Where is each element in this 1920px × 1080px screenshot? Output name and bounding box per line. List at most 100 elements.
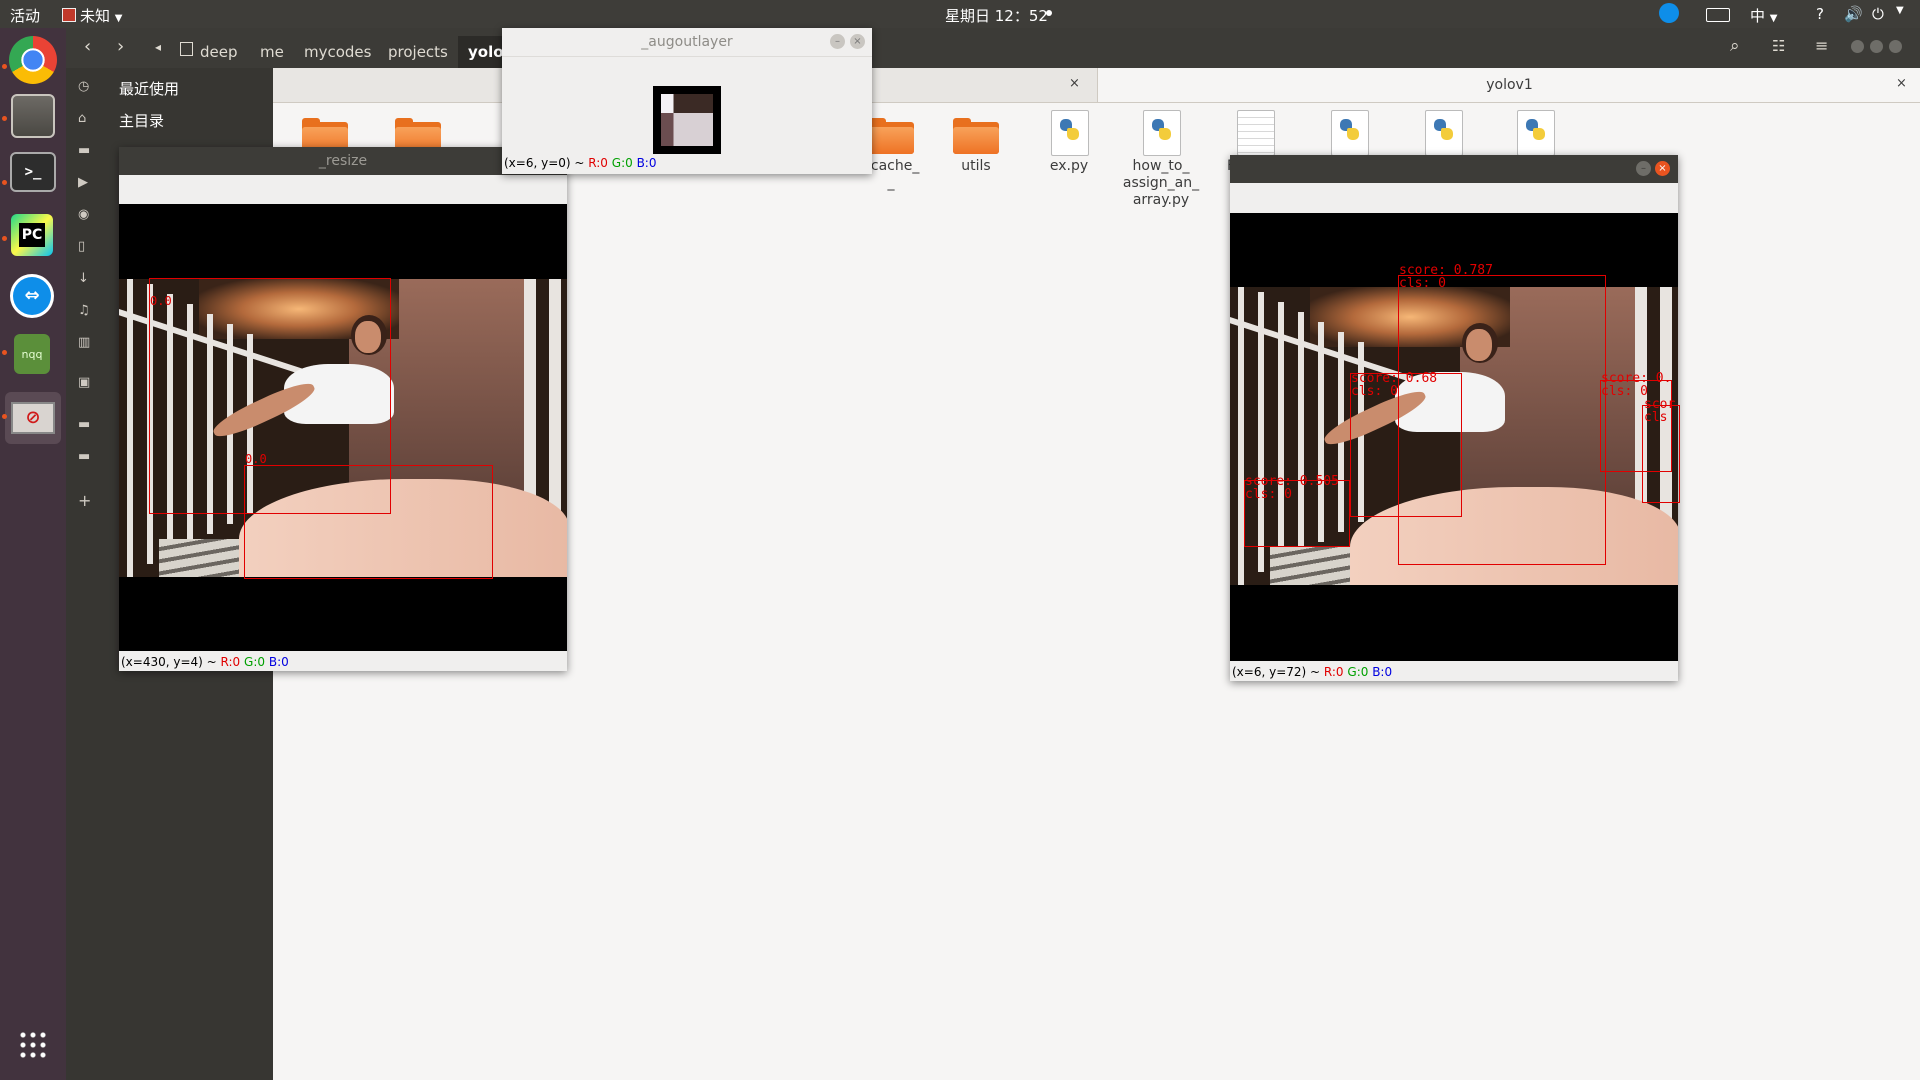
tab-yolov1[interactable]: yolov1 [1097, 68, 1920, 102]
download-icon[interactable]: ↓ [78, 271, 94, 286]
status-r: R:0 [588, 156, 608, 170]
detection-class: cls: 0 [1399, 276, 1446, 291]
status-r: R:0 [1323, 665, 1344, 679]
minimize-icon[interactable] [1851, 40, 1864, 53]
python-file-icon[interactable] [1143, 110, 1181, 156]
running-indicator [2, 236, 7, 241]
text-file-icon[interactable] [1237, 110, 1275, 156]
input-method-indicator[interactable]: 中 ▼ [1750, 5, 1778, 26]
running-indicator [2, 350, 7, 355]
tab-close-icon[interactable]: × [1069, 76, 1080, 91]
recent-icon: ◷ [78, 79, 90, 94]
trash-icon[interactable]: ▥ [78, 335, 94, 350]
detection-class: cls [1644, 410, 1668, 425]
back-icon[interactable]: ‹ [84, 36, 91, 57]
camera-icon[interactable]: ◉ [78, 207, 94, 222]
add-location-icon[interactable]: + [78, 491, 94, 510]
nqq-icon[interactable]: nqq [14, 334, 50, 374]
chevron-down-icon[interactable]: ▼ [1896, 5, 1904, 16]
status-g: G:0 [1347, 665, 1369, 679]
folder-icon[interactable]: ▬ [78, 417, 94, 432]
running-indicator [2, 64, 7, 69]
tab-yolov1-label: yolov1 [1486, 77, 1533, 93]
terminal-icon[interactable]: >_ [10, 152, 56, 192]
keyboard-icon[interactable] [1706, 8, 1730, 22]
notification-dot [1046, 10, 1052, 16]
file-label-text: ex.py [1049, 158, 1089, 174]
folder-icon[interactable]: ▬ [78, 143, 94, 158]
chrome-icon[interactable] [9, 36, 57, 84]
menu-icon[interactable]: ≡ [1815, 36, 1828, 55]
activities-button[interactable]: 活动 [10, 5, 40, 26]
window-title[interactable]: _augoutlayer [502, 28, 872, 57]
status-g: G:0 [611, 156, 633, 170]
chevron-down-icon: ▼ [1769, 13, 1778, 24]
tab-close-icon[interactable]: × [1896, 76, 1907, 91]
teamviewer-tray-icon[interactable] [1659, 3, 1679, 23]
window-titlebar[interactable] [1230, 155, 1678, 183]
file-label-text: how_to_ assign_an_ array.py [1122, 158, 1200, 208]
python-file-icon[interactable] [1425, 110, 1463, 156]
search-icon[interactable]: ⌕ [1730, 36, 1740, 56]
sidebar-item-home[interactable]: 主目录 [119, 110, 164, 131]
clock[interactable]: 星期日 12：52 [945, 5, 1048, 26]
status-readout: (x=6, y=72) ~ R:0 G:0 B:0 [1232, 665, 1392, 679]
file-label[interactable]: utils [930, 158, 1022, 175]
result-window: – × score: 0.787 cls: 0 score: 0.68 cls:… [1230, 155, 1680, 681]
window-title[interactable]: _resize [119, 147, 567, 175]
status-b: B:0 [268, 655, 289, 669]
app-menu[interactable]: 未知 ▼ [62, 5, 123, 26]
detection-label: 0.0 [150, 294, 172, 308]
volume-icon[interactable]: 🔊 [1844, 5, 1863, 23]
close-icon[interactable]: × [1655, 161, 1670, 176]
video-icon[interactable]: ▶ [78, 175, 94, 190]
view-toggle-icon[interactable]: ☷ [1772, 37, 1785, 55]
breadcrumb-left-icon[interactable]: ◂ [155, 40, 161, 54]
sidebar-item-recent[interactable]: 最近使用 [119, 78, 179, 99]
home-icon: ⌂ [78, 111, 87, 126]
breadcrumb-projects[interactable]: projects [378, 36, 458, 68]
file-label-text: utils [961, 158, 991, 174]
detection-box [244, 465, 493, 579]
document-icon[interactable]: ▯ [78, 239, 94, 254]
detection-class: cls: 0 [1245, 487, 1292, 502]
music-icon[interactable]: ♫ [78, 303, 94, 318]
show-applications-icon[interactable] [18, 1030, 48, 1060]
feature-map-image[interactable] [653, 86, 721, 154]
files-icon[interactable] [11, 94, 55, 138]
folder-icon[interactable] [953, 118, 999, 154]
nqq-label: nqq [21, 347, 43, 361]
breadcrumb-me[interactable]: me [250, 36, 294, 68]
detection-class: cls: 0 [1601, 384, 1648, 399]
python-file-icon[interactable] [1051, 110, 1089, 156]
status-b: B:0 [636, 156, 657, 170]
blocked-app-icon[interactable]: ⊘ [5, 392, 61, 444]
breadcrumb-mycodes[interactable]: mycodes [294, 36, 381, 68]
minimize-icon[interactable]: – [830, 34, 845, 49]
drive-icon[interactable]: ▣ [78, 375, 94, 390]
teamviewer-icon[interactable]: ⇔ [10, 274, 54, 318]
app-menu-label: 未知 [80, 7, 111, 25]
network-icon[interactable]: ? [1816, 5, 1824, 23]
detection-class: cls: 0 [1351, 384, 1398, 399]
folder-icon[interactable] [868, 118, 914, 154]
top-panel: 活动 未知 ▼ 星期日 12：52 中 ▼ ? 🔊 ⏻ ▼ [0, 0, 1920, 28]
running-indicator [2, 116, 7, 121]
breadcrumb-deep[interactable]: deep [190, 36, 248, 68]
file-label[interactable]: how_to_ assign_an_ array.py [1114, 158, 1208, 209]
forward-icon[interactable]: › [117, 36, 124, 57]
close-icon[interactable]: × [850, 34, 865, 49]
python-file-icon[interactable] [1517, 110, 1555, 156]
dock: >_ PC ⇔ nqq ⊘ [0, 28, 66, 1080]
folder-icon[interactable]: ▬ [78, 449, 94, 464]
pycharm-icon[interactable]: PC [11, 214, 53, 256]
status-readout: (x=430, y=4) ~ R:0 G:0 B:0 [121, 655, 289, 669]
power-icon[interactable]: ⏻ [1872, 5, 1884, 23]
close-icon[interactable] [1889, 40, 1902, 53]
status-coords: (x=6, y=0) ~ [504, 156, 585, 170]
minimize-icon[interactable]: – [1636, 161, 1651, 176]
maximize-icon[interactable] [1870, 40, 1883, 53]
status-r: R:0 [220, 655, 241, 669]
python-file-icon[interactable] [1331, 110, 1369, 156]
file-label[interactable]: ex.py [1023, 158, 1115, 175]
